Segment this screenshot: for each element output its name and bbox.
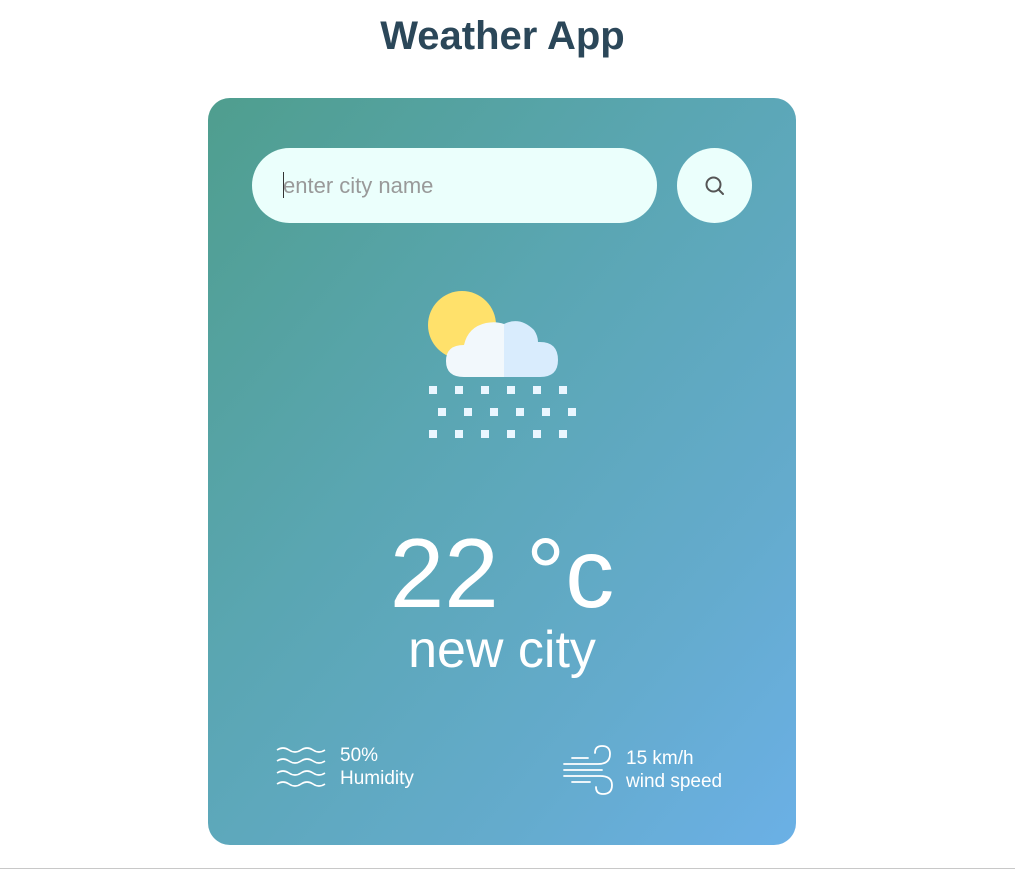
page-divider (0, 868, 1015, 869)
text-cursor (283, 172, 284, 198)
waves-icon (276, 747, 326, 787)
search-icon (705, 176, 724, 195)
wind-icon (563, 745, 613, 795)
humidity-value: 50% (340, 745, 379, 766)
wind-stat: 15 km/h wind speed (562, 744, 722, 796)
city-name: new city (408, 621, 596, 679)
wind-value: 15 km/h (626, 748, 694, 769)
page-title: Weather App (380, 14, 625, 58)
humidity-stat: 50% Humidity (276, 744, 414, 790)
search-button[interactable] (677, 148, 752, 223)
sun-cloud-snow-icon (428, 291, 576, 438)
humidity-label: Humidity (340, 768, 414, 789)
search-input[interactable] (252, 148, 657, 223)
wind-label: wind speed (626, 771, 723, 792)
temperature: 22 °c (389, 518, 615, 628)
weather-card: 22 °c new city 50% Humidity (208, 98, 796, 845)
